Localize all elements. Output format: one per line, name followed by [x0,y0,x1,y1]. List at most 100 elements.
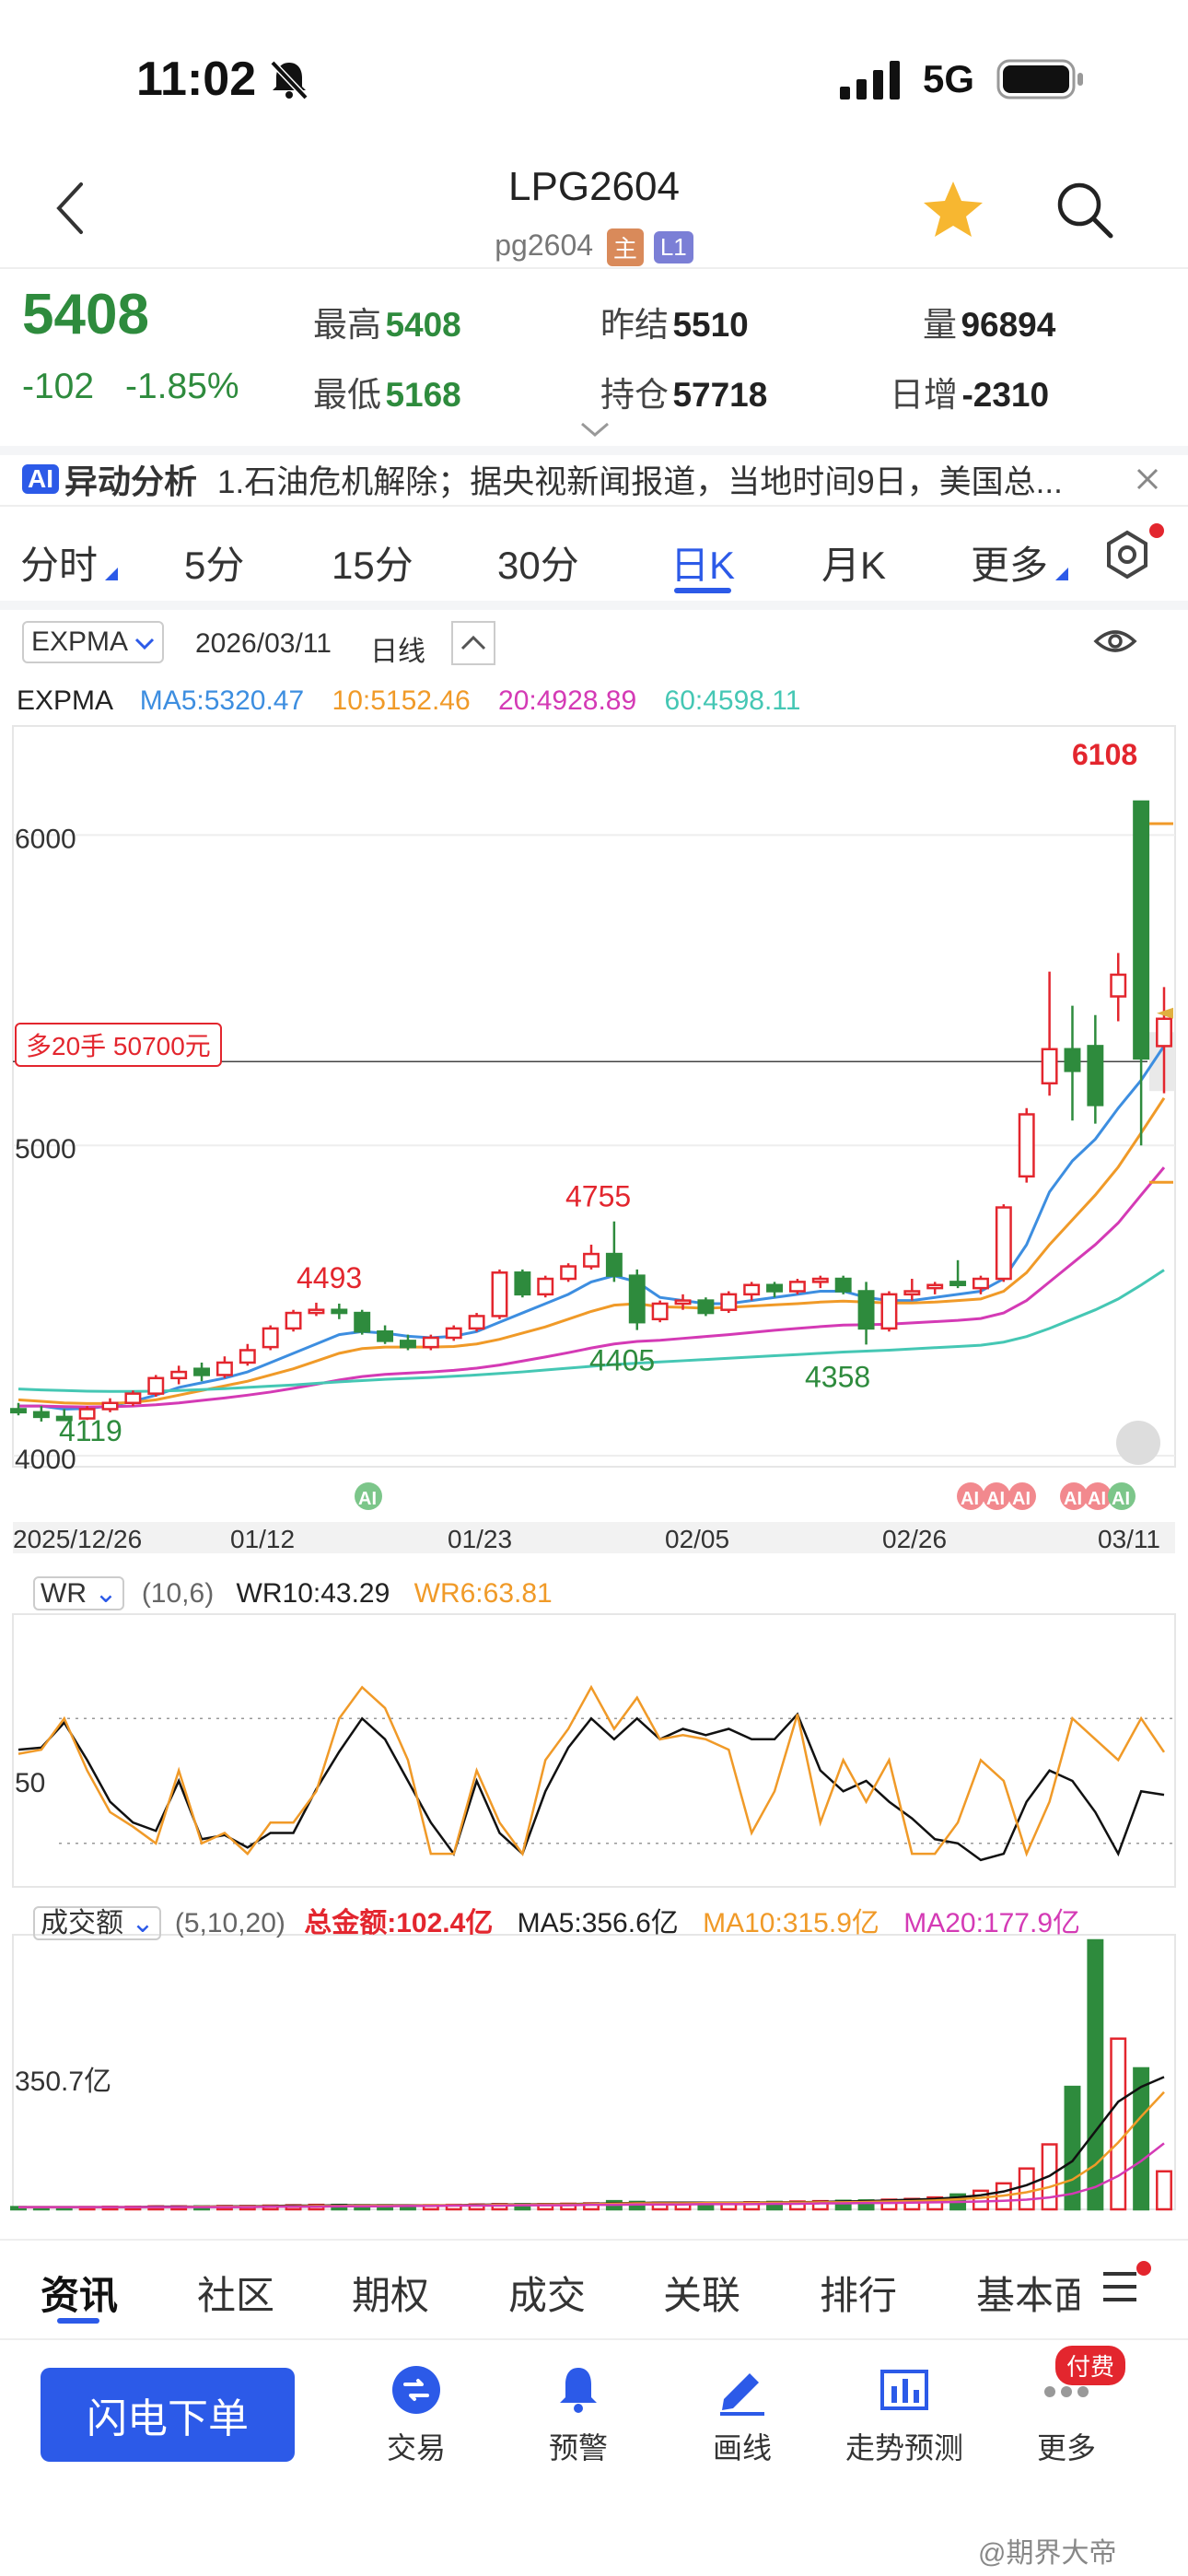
bottom-tab-news[interactable]: 资讯 [41,2265,118,2321]
volume-indicator-name: 成交额 [41,1908,123,1938]
dock-draw-label[interactable]: 画线 [669,2425,816,2467]
bottom-tab-ranking[interactable]: 排行 [820,2265,897,2321]
x-axis-label: 2025/12/26 [13,1525,142,1553]
candle-body [1110,973,1127,998]
ai-marker-label: AI [358,1489,377,1509]
expma-ma10: 10:5152.46 [332,685,471,716]
volume-params: (5,10,20) [174,1908,285,1938]
tab-monthly-k[interactable]: 月K [821,534,886,591]
indicator-selector[interactable]: EXPMA [22,621,164,663]
expma-ma5: MA5:5320.47 [139,685,305,716]
trade-icon[interactable] [390,2364,442,2416]
bottom-tab-community[interactable]: 社区 [197,2265,274,2321]
candle-body [170,1370,188,1380]
dock-alert-label[interactable]: 预警 [505,2425,652,2467]
candle-body [1041,1048,1058,1085]
star-icon[interactable] [921,179,985,240]
volume-total: 总金额:102.4亿 [304,1908,494,1938]
candle-body [1018,1113,1035,1178]
ai-marker-label: AI [1088,1489,1106,1509]
volume-bar [1064,2085,1081,2211]
alert-bell-icon[interactable] [553,2364,604,2416]
last-price: 5408 [22,283,149,346]
candle-body [651,1302,669,1321]
ai-marker-label: AI [1112,1489,1130,1509]
bottom-tab-trades[interactable]: 成交 [508,2265,586,2321]
expma-legend: EXPMA MA5:5320.47 10:5152.46 20:4928.89 … [17,685,800,717]
candle-body [308,1308,325,1315]
paid-badge: 付费 [1055,2346,1126,2385]
y-tick-label: 4000 [15,1445,76,1475]
candle-body [399,1340,416,1349]
tab-daily-k[interactable]: 日K [670,534,735,591]
prev-settle-label: 昨结 [600,306,669,344]
header-divider [0,267,1188,269]
high-label: 最高 [313,306,381,344]
position-label: 持仓 [600,376,669,414]
bar-date: 2026/03/11 [195,628,332,659]
network-label: 5G [923,57,975,100]
candle-body [834,1277,852,1293]
position-line-label[interactable]: 多20手 50700元 [15,1023,222,1067]
wr-tick-label: 50 [15,1768,45,1798]
close-icon[interactable] [1135,466,1160,492]
battery-icon [996,59,1083,100]
volume-bar [1156,2170,1172,2211]
tab-intraday[interactable]: 分时 [20,534,98,591]
wr-header: WR ⌄ (10,6) WR10:43.29 WR6:63.81 [33,1576,553,1610]
candle-body [560,1265,577,1281]
daily-inc-value: -2310 [961,376,1050,414]
candle-body [239,1349,256,1364]
news-title: 异动分析 [64,463,198,500]
ai-marker-label: AI [1012,1489,1031,1509]
dock-trade-label[interactable]: 交易 [343,2425,490,2467]
bottom-tab-related[interactable]: 关联 [663,2265,740,2321]
ai-badge: AI [22,464,59,494]
tab-dropdown-icon [105,568,118,580]
section-gap-2 [0,601,1188,610]
bottom-tab-options[interactable]: 期权 [352,2265,429,2321]
candle-body [949,1281,967,1287]
volume-selector[interactable]: 成交额 ⌄ [33,1906,162,1940]
search-icon[interactable] [1054,179,1116,241]
candle-body [262,1327,279,1349]
bottom-tab-fundamentals[interactable]: 基本面 [976,2265,1079,2321]
fullscreen-icon [1116,1421,1160,1465]
annotation-label: 4405 [589,1344,655,1377]
settings-hexagon-icon[interactable] [1100,523,1166,590]
menu-icon[interactable] [1098,2259,1164,2314]
eye-icon[interactable] [1092,625,1138,658]
low-label: 最低 [313,376,381,414]
watermark: @期界大帝 [978,2538,1117,2569]
candle-body [926,1283,944,1290]
tab-30min[interactable]: 30分 [497,534,579,591]
candle-body [124,1392,142,1404]
collapse-toggle-icon[interactable] [451,621,495,665]
tab-5min[interactable]: 5分 [184,534,244,591]
wr-selector[interactable]: WR ⌄ [33,1576,125,1610]
candle-body [628,1274,646,1324]
dock-more-label[interactable]: 更多 [993,2425,1140,2467]
news-ticker[interactable]: AI 异动分析 1.石油危机解除；据央视新闻报道，当地时间9日，美国总... [22,461,1164,500]
candle-body [537,1277,554,1296]
flash-order-button[interactable]: 闪电下单 [41,2368,295,2462]
draw-line-icon[interactable] [716,2364,768,2416]
candle-body [193,1367,211,1376]
candle-body [491,1271,508,1317]
x-axis-label: 03/11 [1098,1525,1160,1553]
candle-body [354,1311,371,1333]
expand-chevron-icon[interactable] [578,420,611,439]
trend-forecast-icon[interactable] [879,2364,930,2416]
contract-subtitle: pg2604 主 L1 [0,228,1188,267]
kline-chart[interactable]: 6000 5000 4000 6108 4493 4755 4405 4358 4119 AI AI… [0,719,1188,2211]
tab-more[interactable]: 更多 [971,534,1048,591]
chevron-down-icon [134,638,154,650]
level-tag: L1 [653,231,693,264]
candle-body [285,1311,302,1330]
dock-forecast-label[interactable]: 走势预测 [831,2425,978,2467]
x-axis-label: 01/12 [230,1525,295,1553]
y-tick-label: 6000 [15,824,76,854]
tab-15min[interactable]: 15分 [332,534,413,591]
candle-body [995,1206,1012,1281]
wr-params: (10,6) [141,1578,215,1609]
